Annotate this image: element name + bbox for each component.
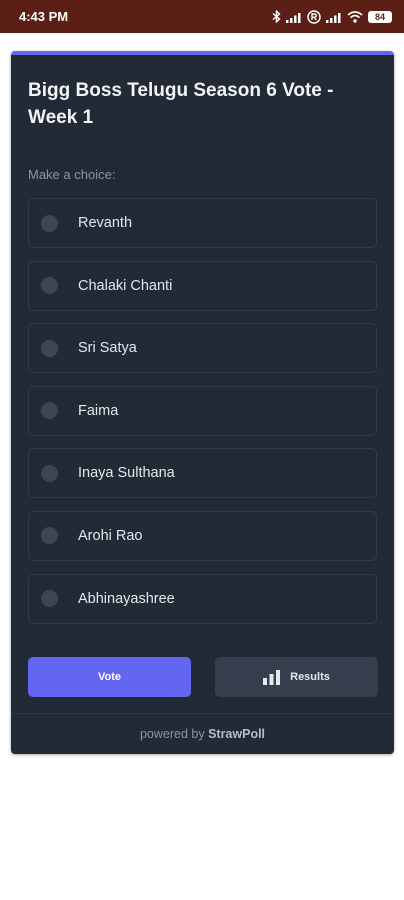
bar-chart-icon bbox=[263, 669, 281, 685]
radio-button[interactable] bbox=[41, 214, 58, 232]
radio-button[interactable] bbox=[41, 590, 58, 608]
option-revanth[interactable]: Revanth bbox=[28, 198, 377, 248]
results-label: Results bbox=[290, 671, 330, 683]
strawpoll-link[interactable]: StrawPoll bbox=[208, 727, 265, 741]
signal-icon bbox=[286, 12, 301, 23]
radio-button[interactable] bbox=[41, 339, 58, 357]
option-label: Chalaki Chanti bbox=[78, 277, 173, 294]
option-label: Inaya Sulthana bbox=[78, 465, 175, 482]
option-label: Revanth bbox=[78, 215, 133, 231]
choice-prompt: Make a choice: bbox=[28, 167, 116, 182]
option-label: Sri Satya bbox=[78, 340, 137, 357]
option-label: Abhinayashree bbox=[78, 590, 175, 607]
option-sri-satya[interactable]: Sri Satya bbox=[28, 323, 377, 374]
option-list: Revanth Chalaki Chanti Sri Satya Faima I… bbox=[28, 198, 377, 636]
status-icons: 84 bbox=[272, 9, 392, 24]
results-button[interactable]: Results bbox=[215, 657, 378, 697]
option-chalaki-chanti[interactable]: Chalaki Chanti bbox=[28, 260, 377, 311]
signal-icon bbox=[326, 12, 341, 23]
option-label: Arohi Rao bbox=[78, 527, 143, 544]
footer: powered by StrawPoll bbox=[11, 727, 394, 741]
radio-button[interactable] bbox=[41, 277, 58, 295]
option-faima[interactable]: Faima bbox=[28, 385, 377, 436]
status-time: 4:43 PM bbox=[19, 9, 69, 24]
radio-button[interactable] bbox=[41, 527, 58, 545]
battery-icon: 84 bbox=[368, 10, 392, 23]
poll-title: Bigg Boss Telugu Season 6 Vote - Week 1 bbox=[28, 80, 334, 128]
radio-button[interactable] bbox=[41, 464, 58, 482]
status-bar: 4:43 PM 84 bbox=[0, 0, 404, 33]
footer-prefix: powered by bbox=[139, 727, 205, 741]
vote-button[interactable]: Vote bbox=[28, 657, 191, 697]
option-inaya-sulthana[interactable]: Inaya Sulthana bbox=[28, 448, 377, 499]
footer-divider bbox=[11, 713, 394, 714]
registered-icon bbox=[307, 9, 321, 24]
option-arohi-rao[interactable]: Arohi Rao bbox=[28, 510, 377, 561]
poll-card: Bigg Boss Telugu Season 6 Vote - Week 1 … bbox=[11, 51, 394, 754]
wifi-icon bbox=[347, 10, 363, 23]
option-abhinayashree[interactable]: Abhinayashree bbox=[28, 573, 377, 624]
option-label: Faima bbox=[78, 402, 119, 419]
radio-button[interactable] bbox=[41, 402, 58, 420]
bluetooth-icon bbox=[272, 10, 281, 23]
